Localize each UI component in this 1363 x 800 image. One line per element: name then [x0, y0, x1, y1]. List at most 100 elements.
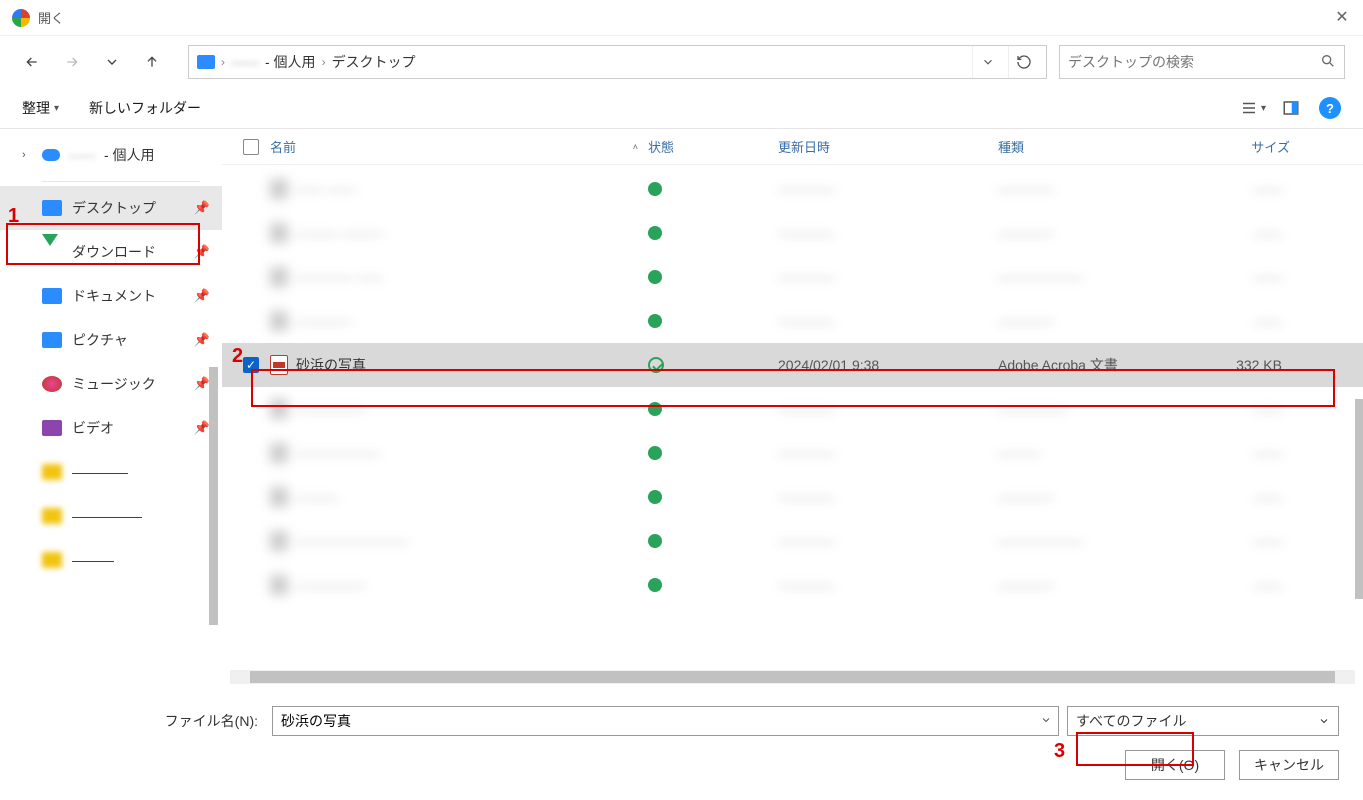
- help-button[interactable]: ?: [1319, 97, 1341, 119]
- pictures-icon: [42, 332, 62, 348]
- sidebar-item-label: ピクチャ: [72, 330, 128, 350]
- breadcrumb-user[interactable]: ——: [231, 54, 259, 70]
- close-icon[interactable]: ✕: [1333, 9, 1351, 27]
- sidebar-item-folder[interactable]: —————: [0, 494, 222, 538]
- file-row[interactable]: ——— ——— ——————————: [222, 211, 1363, 255]
- sidebar-item-label: ドキュメント: [72, 286, 156, 306]
- pin-icon[interactable]: 📌: [194, 420, 210, 436]
- file-date: 2024/02/01 9:38: [778, 357, 998, 373]
- sidebar-item-documents[interactable]: ドキュメント 📌: [0, 274, 222, 318]
- tree-user-blur: ——: [68, 147, 96, 163]
- navigation-pane: › —— - 個人用 デスクトップ 📌 ダウンロード 📌 ドキュメント 📌 ピク…: [0, 129, 222, 688]
- sidebar-item-label: ————: [72, 464, 128, 480]
- view-mode-button[interactable]: ▾: [1239, 94, 1267, 122]
- sidebar-item-label: ダウンロード: [72, 242, 156, 262]
- new-folder-button[interactable]: 新しいフォルダー: [89, 98, 201, 118]
- caret-down-icon: ▾: [54, 103, 59, 114]
- refresh-button[interactable]: [1008, 46, 1038, 78]
- status-synced-icon: [648, 490, 662, 504]
- breadcrumb-personal[interactable]: - 個人用: [265, 52, 316, 72]
- file-row-selected[interactable]: ✓ 砂浜の写真 2024/02/01 9:38 Adobe Acroba 文書 …: [222, 343, 1363, 387]
- pin-icon[interactable]: 📌: [194, 288, 210, 304]
- column-name[interactable]: 名前˄: [270, 137, 648, 156]
- sidebar-item-videos[interactable]: ビデオ 📌: [0, 406, 222, 450]
- sidebar-scrollbar[interactable]: [209, 367, 218, 625]
- cloud-icon: [42, 149, 60, 161]
- pin-icon[interactable]: 📌: [194, 376, 210, 392]
- search-input[interactable]: [1068, 54, 1320, 70]
- tree-onedrive[interactable]: › —— - 個人用: [0, 135, 222, 175]
- file-row[interactable]: ———— ——————————: [222, 299, 1363, 343]
- file-row[interactable]: —— —— ——————————: [222, 167, 1363, 211]
- pdf-icon: [270, 355, 288, 375]
- pin-icon[interactable]: 📌: [194, 200, 210, 216]
- preview-pane-button[interactable]: [1277, 94, 1305, 122]
- folder-icon: [42, 464, 62, 480]
- organize-label: 整理: [22, 98, 50, 118]
- horizontal-scrollbar[interactable]: [230, 670, 1355, 684]
- up-button[interactable]: [138, 48, 166, 76]
- nav-row: › —— - 個人用 › デスクトップ: [0, 36, 1363, 88]
- monitor-icon: [197, 55, 215, 69]
- column-date[interactable]: 更新日時: [778, 137, 998, 156]
- breadcrumb-desktop[interactable]: デスクトップ: [332, 52, 416, 72]
- file-name: 砂浜の写真: [296, 355, 366, 375]
- caret-down-icon: ▾: [1261, 103, 1266, 114]
- filename-label: ファイル名(N):: [24, 711, 264, 731]
- file-type-filter[interactable]: すべてのファイル: [1067, 706, 1339, 736]
- file-size: 332 KB: [1190, 357, 1300, 373]
- download-icon: [42, 234, 58, 262]
- filename-history-dropdown[interactable]: [1034, 713, 1058, 729]
- file-row[interactable]: ————— ———————————: [222, 387, 1363, 431]
- search-icon[interactable]: [1320, 53, 1336, 72]
- status-synced-icon: [648, 226, 662, 240]
- sidebar-item-desktop[interactable]: デスクトップ 📌: [0, 186, 222, 230]
- sort-indicator-icon: ˄: [633, 142, 638, 152]
- annotation-number-2: 2: [232, 345, 243, 368]
- sidebar-item-downloads[interactable]: ダウンロード 📌: [0, 230, 222, 274]
- row-checkbox[interactable]: ✓: [243, 357, 259, 373]
- folder-icon: [42, 508, 62, 524]
- file-row[interactable]: ———— —— ————————————: [222, 255, 1363, 299]
- file-row[interactable]: —————— —————————: [222, 431, 1363, 475]
- annotation-number-3: 3: [1054, 740, 1065, 763]
- select-all-checkbox[interactable]: [232, 139, 270, 155]
- open-button[interactable]: 開く(O): [1125, 750, 1225, 780]
- folder-icon: [42, 552, 62, 568]
- pin-icon[interactable]: 📌: [194, 244, 210, 260]
- filename-input[interactable]: [273, 713, 1034, 729]
- file-row[interactable]: ——— ——————————: [222, 475, 1363, 519]
- title-bar: 開く ✕: [0, 0, 1363, 36]
- address-bar[interactable]: › —— - 個人用 › デスクトップ: [188, 45, 1047, 79]
- column-state[interactable]: 状態: [648, 137, 778, 156]
- status-available-icon: [648, 357, 664, 373]
- pin-icon[interactable]: 📌: [194, 332, 210, 348]
- sidebar-item-music[interactable]: ミュージック 📌: [0, 362, 222, 406]
- forward-button[interactable]: [58, 48, 86, 76]
- sidebar-item-label: —————: [72, 508, 142, 524]
- sidebar-item-pictures[interactable]: ピクチャ 📌: [0, 318, 222, 362]
- chevron-right-icon: ›: [221, 55, 225, 69]
- organize-menu[interactable]: 整理 ▾: [22, 98, 59, 118]
- app-icon: [12, 9, 30, 27]
- vertical-scrollbar[interactable]: [1355, 399, 1363, 599]
- recent-dropdown[interactable]: [98, 48, 126, 76]
- column-size[interactable]: サイズ: [1190, 137, 1300, 156]
- cancel-button[interactable]: キャンセル: [1239, 750, 1339, 780]
- annotation-number-1: 1: [8, 205, 19, 228]
- status-synced-icon: [648, 446, 662, 460]
- tree-personal-label: - 個人用: [104, 145, 155, 165]
- chevron-right-icon: ›: [22, 149, 34, 161]
- file-row[interactable]: ————— ——————————: [222, 563, 1363, 607]
- address-history-dropdown[interactable]: [972, 46, 1002, 78]
- status-synced-icon: [648, 578, 662, 592]
- sidebar-item-folder[interactable]: ————: [0, 450, 222, 494]
- file-row[interactable]: ———————— ————————————: [222, 519, 1363, 563]
- search-box[interactable]: [1059, 45, 1345, 79]
- sidebar-item-label: ミュージック: [72, 374, 156, 394]
- filename-field[interactable]: [272, 706, 1059, 736]
- sidebar-item-folder[interactable]: ———: [0, 538, 222, 582]
- file-type: Adobe Acroba 文書: [998, 355, 1190, 375]
- column-type[interactable]: 種類: [998, 137, 1190, 156]
- back-button[interactable]: [18, 48, 46, 76]
